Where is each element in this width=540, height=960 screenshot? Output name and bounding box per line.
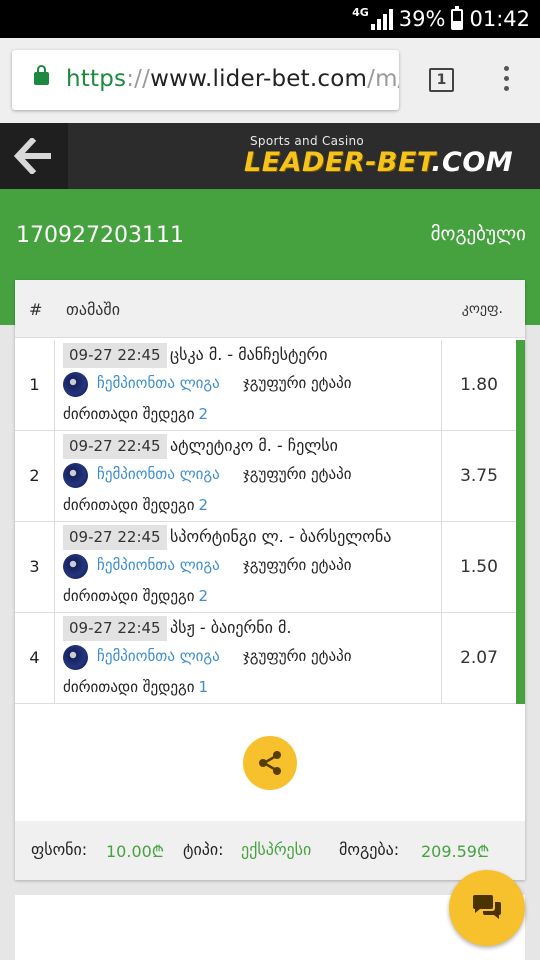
bet-market: ძირითადი შედეგი 2 [63, 405, 209, 423]
bet-market: ძირითადი შედეგი 2 [63, 496, 209, 514]
table-header: # თამაში კოეფ. [15, 280, 525, 338]
row-number: 2 [15, 431, 55, 521]
soccer-ball-icon [63, 554, 88, 579]
row-odd: 1.50 [441, 522, 516, 612]
match-teams: ცსკა მ. - მანჩესტერი [170, 345, 328, 364]
share-icon [259, 751, 281, 775]
network-type: 4G [352, 5, 369, 19]
header-odd: კოეფ. [461, 301, 503, 317]
stake-label: ფსონი: [31, 840, 88, 859]
bet-market: ძირითადი შედეგი 2 [63, 587, 209, 605]
table-row: 4 09-27 22:45 პსჟ - ბაიერნი მ. ჩემპიონთა… [15, 613, 525, 704]
table-row: 1 09-27 22:45 ცსკა მ. - მანჩესტერი ჩემპი… [15, 340, 525, 431]
url-text: https://www.lider-bet.com/m/ [66, 66, 399, 92]
chat-button[interactable] [449, 870, 525, 946]
bet-pick: 2 [198, 587, 209, 605]
back-button[interactable] [0, 123, 68, 189]
row-odd: 3.75 [441, 431, 516, 521]
chat-icon [473, 895, 501, 919]
row-number: 3 [15, 522, 55, 612]
bet-market: ძირითადი შედეგი 1 [63, 678, 209, 696]
league-link[interactable]: ჩემპიონთა ლიგა [97, 647, 220, 665]
row-odd: 2.07 [441, 613, 516, 703]
stake-value: 10.00₾ [106, 842, 165, 861]
league-link[interactable]: ჩემპიონთა ლიგა [97, 556, 220, 574]
bet-summary: ფსონი: 10.00₾ ტიპი: ექსპრესი მოგება: 209… [15, 821, 525, 880]
row-number: 1 [15, 340, 55, 430]
back-arrow-icon [14, 138, 51, 174]
bet-pick: 2 [198, 496, 209, 514]
status-indicators: 4G 39% 01:42 [352, 4, 530, 34]
lock-icon [34, 65, 49, 85]
league-stage: ჯგუფური ეტაპი [243, 647, 352, 665]
soccer-ball-icon [63, 372, 88, 397]
header-game: თამაში [66, 300, 120, 319]
ticket-id: 170927203111 [16, 223, 184, 248]
bet-pick: 2 [198, 405, 209, 423]
match-teams: სპორტინგი ლ. - ბარსელონა [170, 527, 392, 546]
won-indicator [516, 431, 525, 522]
ticket-status: მოგებული [430, 223, 526, 245]
bet-card: # თამაში კოეფ. 1 09-27 22:45 ცსკა მ. - მ… [15, 280, 525, 880]
match-datetime: 09-27 22:45 [63, 616, 167, 641]
battery-icon [451, 5, 464, 30]
bet-rows: 1 09-27 22:45 ცსკა მ. - მანჩესტერი ჩემპი… [15, 340, 525, 704]
league-link[interactable]: ჩემპიონთა ლიგა [97, 374, 220, 392]
league-stage: ჯგუფური ეტაპი [243, 465, 352, 483]
signal-icon [370, 8, 393, 30]
row-odd: 1.80 [441, 340, 516, 430]
league-stage: ჯგუფური ეტაპი [243, 556, 352, 574]
logo-tagline: Sports and Casino [250, 134, 365, 148]
table-row: 2 09-27 22:45 ატლეტიკო მ. - ჩელსი ჩემპიო… [15, 431, 525, 522]
won-indicator [516, 522, 525, 613]
more-vert-icon[interactable] [496, 66, 516, 96]
site-header: Sports and Casino LEADER-BET.COM [0, 123, 540, 189]
address-bar[interactable]: https://www.lider-bet.com/m/ [12, 50, 399, 110]
type-value: ექსპრესი [241, 840, 312, 859]
table-row: 3 09-27 22:45 სპორტინგი ლ. - ბარსელონა ჩ… [15, 522, 525, 613]
won-indicator [516, 613, 525, 704]
header-number: # [29, 300, 43, 319]
won-indicator [516, 340, 525, 431]
battery-percent: 39% [398, 7, 446, 31]
status-bar: 4G 39% 01:42 [0, 0, 540, 38]
row-number: 4 [15, 613, 55, 703]
share-button[interactable] [243, 736, 297, 790]
site-logo[interactable]: LEADER-BET.COM [244, 147, 513, 178]
match-datetime: 09-27 22:45 [63, 525, 167, 550]
match-datetime: 09-27 22:45 [63, 343, 167, 368]
type-label: ტიპი: [183, 840, 224, 859]
browser-toolbar: https://www.lider-bet.com/m/ 1 [0, 38, 540, 123]
clock: 01:42 [469, 7, 530, 31]
match-teams: პსჟ - ბაიერნი მ. [170, 618, 292, 637]
league-stage: ჯგუფური ეტაპი [243, 374, 352, 392]
soccer-ball-icon [63, 645, 88, 670]
tab-switcher-button[interactable]: 1 [429, 68, 454, 92]
match-teams: ატლეტიკო მ. - ჩელსი [170, 436, 338, 455]
bet-pick: 1 [198, 678, 209, 696]
win-value: 209.59₾ [421, 842, 490, 861]
win-label: მოგება: [339, 840, 400, 859]
league-link[interactable]: ჩემპიონთა ლიგა [97, 465, 220, 483]
soccer-ball-icon [63, 463, 88, 488]
match-datetime: 09-27 22:45 [63, 434, 167, 459]
